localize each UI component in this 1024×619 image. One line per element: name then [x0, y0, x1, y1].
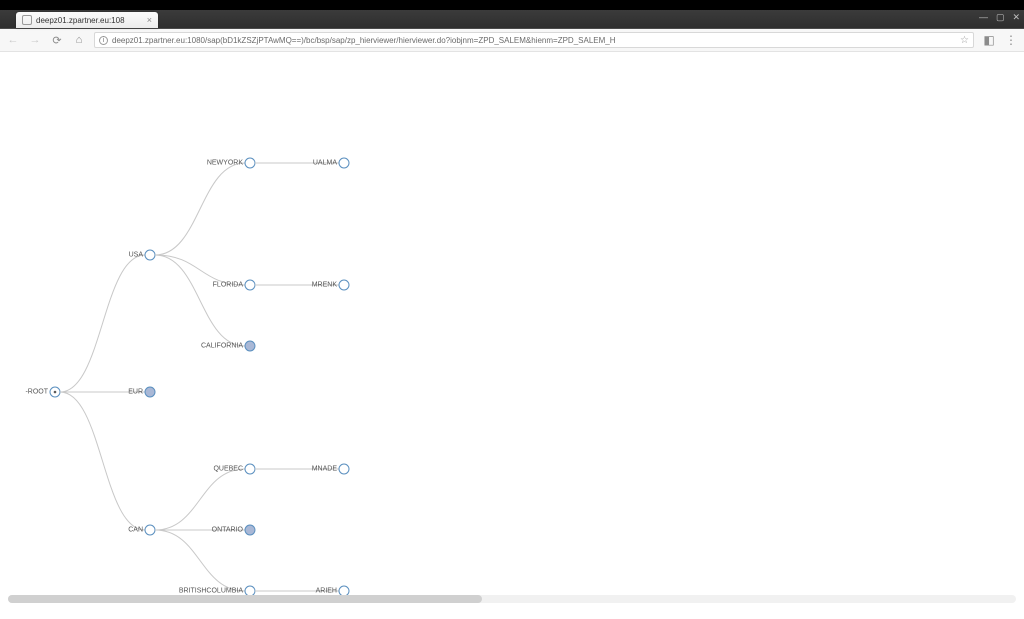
node-quebec[interactable] — [245, 464, 255, 474]
node-label-can: CAN — [128, 527, 143, 534]
root-marker-icon — [54, 391, 57, 394]
tree-link — [60, 392, 145, 530]
node-label-arieh: ARIEH — [316, 588, 337, 595]
node-label-cal: CALIFORNIA — [201, 343, 243, 350]
page-content: -ROOT USA NEWYORK UALMA FLORIDA MRENK CALIFORN… — [0, 52, 1024, 607]
window-close-button[interactable]: ✕ — [1012, 12, 1020, 23]
node-label-mnade: MNADE — [312, 466, 337, 473]
node-eur[interactable] — [145, 387, 155, 397]
window-maximize-button[interactable]: ▢ — [996, 12, 1005, 23]
back-button[interactable]: ← — [6, 33, 20, 47]
tree-link — [155, 469, 245, 530]
hierarchy-tree[interactable] — [0, 52, 1024, 607]
node-ny[interactable] — [245, 158, 255, 168]
address-bar[interactable]: i deepz01.zpartner.eu:1080/sap(bD1kZSZjP… — [94, 32, 974, 48]
favicon-icon — [22, 15, 32, 25]
tree-link — [155, 163, 245, 255]
browser-tab[interactable]: deepz01.zpartner.eu:108 × — [16, 12, 158, 28]
node-fl[interactable] — [245, 280, 255, 290]
node-label-root: -ROOT — [25, 389, 48, 396]
address-bar-text: deepz01.zpartner.eu:1080/sap(bD1kZSZjPTA… — [112, 36, 954, 45]
node-ontario[interactable] — [245, 525, 255, 535]
node-label-quebec: QUEBEC — [213, 466, 243, 473]
reload-button[interactable]: ⟳ — [50, 33, 64, 47]
window-minimize-button[interactable]: — — [979, 12, 988, 23]
tree-link — [155, 530, 245, 591]
tree-link — [155, 255, 245, 346]
tab-close-icon[interactable]: × — [147, 15, 152, 25]
tab-strip: deepz01.zpartner.eu:108 × — ▢ ✕ — [0, 10, 1024, 29]
node-mrenk[interactable] — [339, 280, 349, 290]
node-ualma[interactable] — [339, 158, 349, 168]
node-cal[interactable] — [245, 341, 255, 351]
horizontal-scrollbar[interactable] — [8, 595, 1016, 603]
tree-link — [60, 255, 145, 392]
node-label-ontario: ONTARIO — [212, 527, 243, 534]
node-label-mrenk: MRENK — [312, 282, 337, 289]
browser-menu-button[interactable]: ⋮ — [1004, 34, 1018, 46]
tree-link — [155, 255, 245, 285]
forward-button[interactable]: → — [28, 33, 42, 47]
scrollbar-thumb[interactable] — [8, 595, 482, 603]
node-usa[interactable] — [145, 250, 155, 260]
node-label-eur: EUR — [128, 389, 143, 396]
node-label-ualma: UALMA — [313, 160, 337, 167]
node-label-bc: BRITISHCOLUMBIA — [179, 588, 243, 595]
bookmark-star-icon[interactable]: ☆ — [960, 35, 969, 46]
extensions-icon[interactable]: ◧ — [982, 34, 996, 46]
node-mnade[interactable] — [339, 464, 349, 474]
node-label-usa: USA — [129, 252, 143, 259]
node-can[interactable] — [145, 525, 155, 535]
browser-toolbar: ← → ⟳ ⌂ i deepz01.zpartner.eu:1080/sap(b… — [0, 29, 1024, 52]
tab-title: deepz01.zpartner.eu:108 — [36, 16, 143, 25]
site-info-icon[interactable]: i — [99, 36, 108, 45]
node-label-fl: FLORIDA — [213, 282, 243, 289]
node-label-ny: NEWYORK — [207, 160, 243, 167]
home-button[interactable]: ⌂ — [72, 33, 86, 47]
